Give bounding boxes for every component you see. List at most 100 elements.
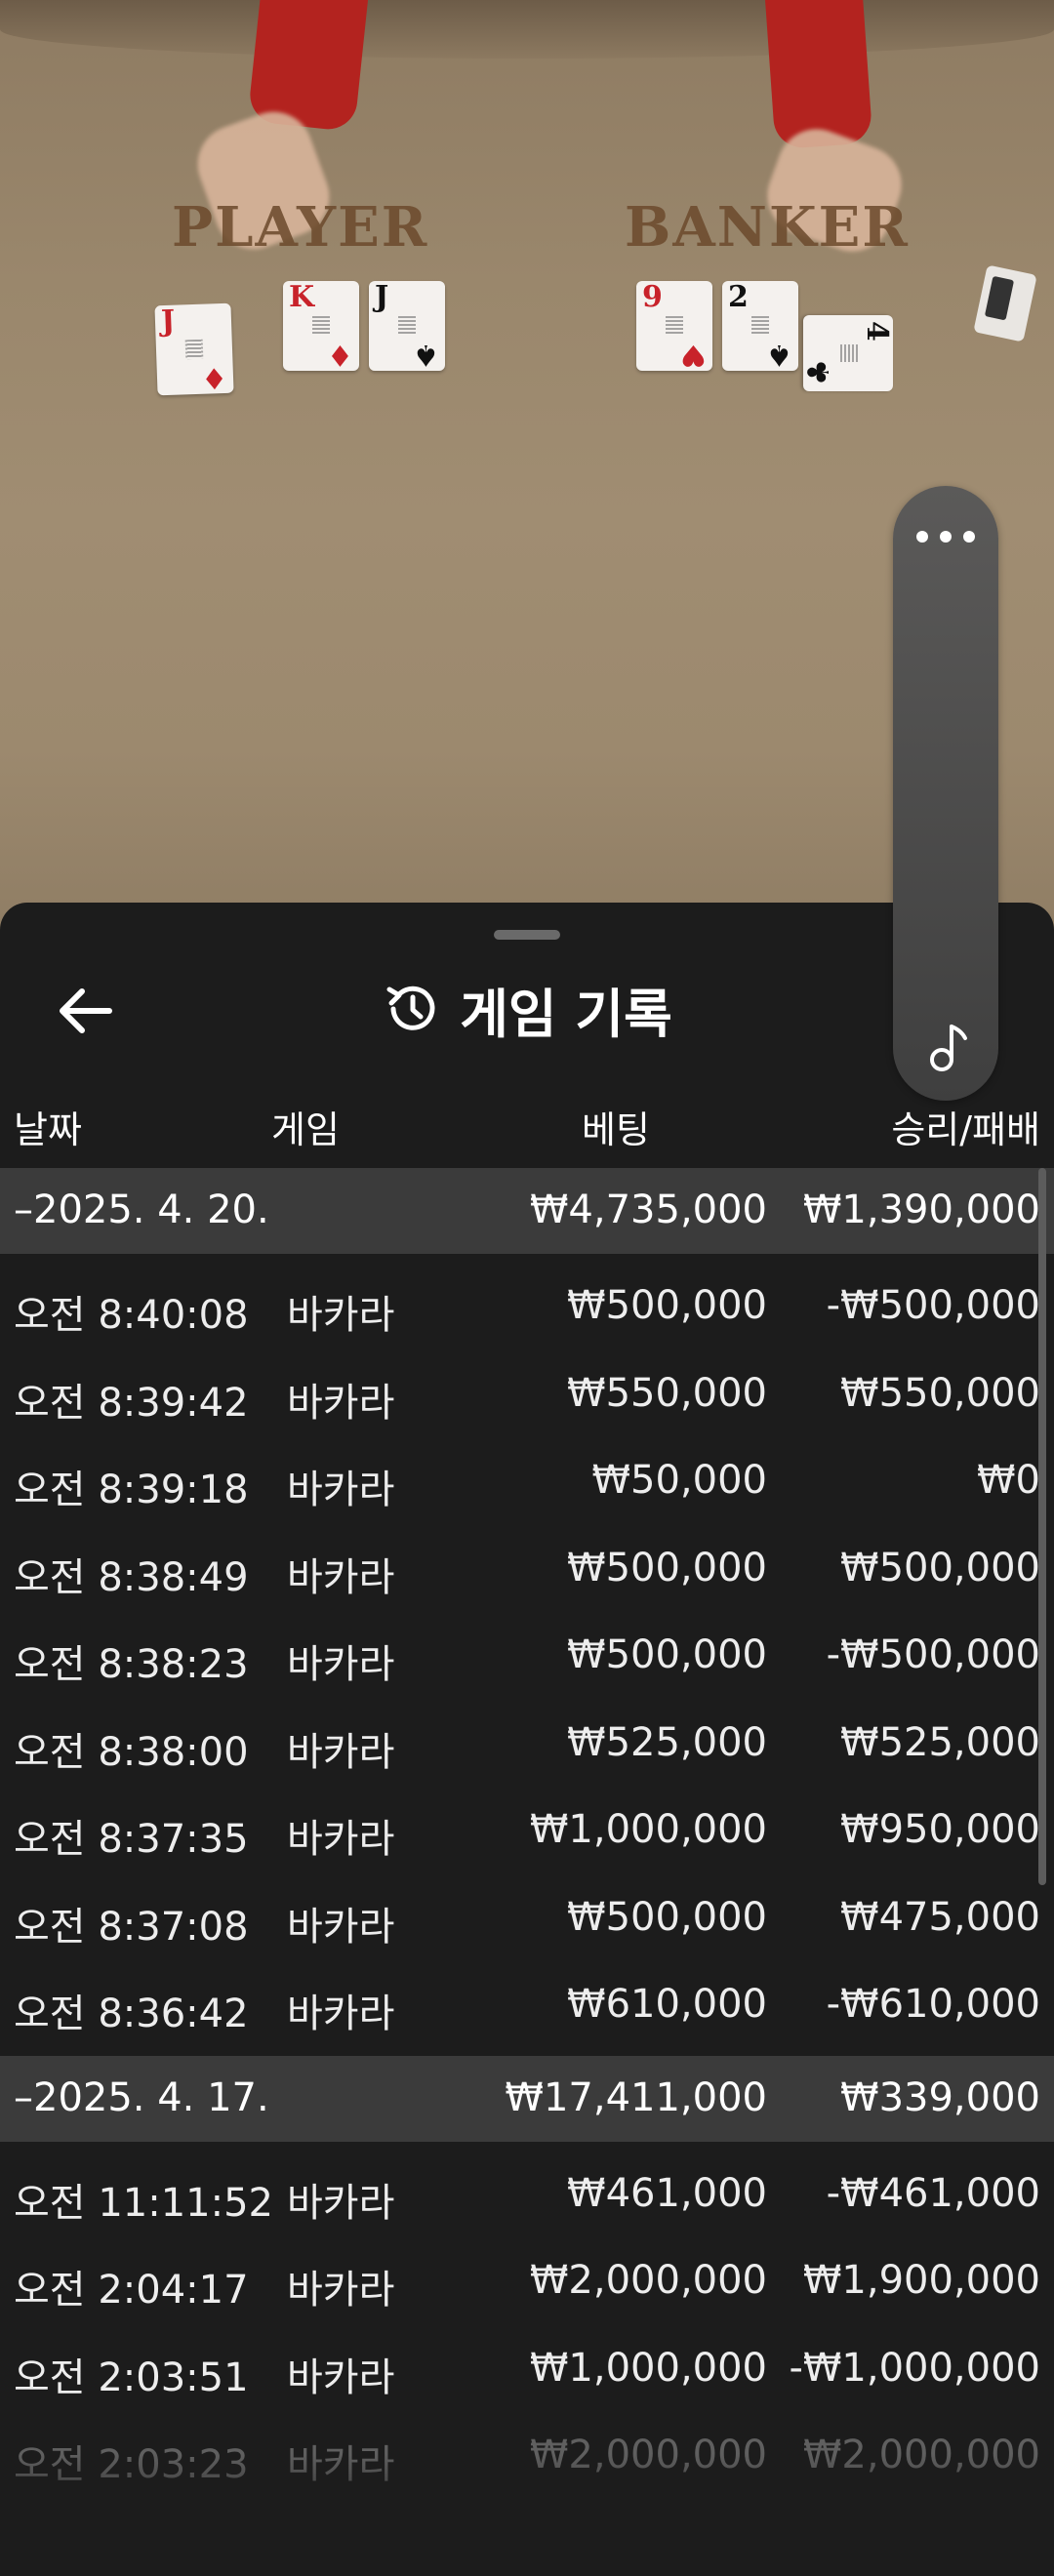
history-row[interactable]: 오전 8:36:42 바카라 ₩610,000 -₩610,000 — [0, 1960, 1054, 2048]
history-row[interactable]: 오전 8:40:08 바카라 ₩500,000 -₩500,000 — [0, 1262, 1054, 1349]
row-time: 오전 8:37:08 — [14, 1904, 249, 1950]
row-game: 바카라 — [287, 2180, 395, 2226]
history-row[interactable]: 오전 11:11:52 바카라 ₩461,000 -₩461,000 — [0, 2150, 1054, 2237]
card-barcode — [312, 316, 330, 336]
player-card-1: J ♦ — [154, 302, 234, 396]
sheet-grabber[interactable] — [494, 930, 560, 940]
card-barcode — [751, 316, 769, 336]
row-bet: ₩500,000 — [567, 1632, 767, 1677]
music-note-icon[interactable] — [926, 1023, 969, 1073]
row-time: 오전 11:11:52 — [14, 2180, 273, 2226]
row-time: 오전 2:03:51 — [14, 2355, 249, 2400]
more-horizontal-icon[interactable] — [916, 525, 975, 548]
history-row[interactable]: 오전 8:37:08 바카라 ₩500,000 ₩475,000 — [0, 1873, 1054, 1961]
group-total-result: ₩1,390,000 — [802, 1187, 1040, 1232]
row-game: 바카라 — [287, 1729, 395, 1775]
card-rank: 4 — [860, 321, 894, 342]
row-result: -₩500,000 — [826, 1632, 1040, 1677]
column-header-result: 승리/패배 — [891, 1108, 1040, 1151]
row-game: 바카라 — [287, 1817, 395, 1862]
row-result: ₩500,000 — [840, 1545, 1040, 1590]
card-rank: K — [289, 280, 315, 314]
history-icon — [386, 986, 435, 1030]
group-date: –2025. 4. 17. — [14, 2074, 269, 2120]
row-game: 바카라 — [287, 1554, 395, 1600]
row-game: 바카라 — [287, 2268, 395, 2313]
card-suit: ♦ — [327, 338, 353, 372]
group-total-bet: ₩4,735,000 — [529, 1187, 767, 1232]
player-card-2: K ♦ — [283, 280, 359, 372]
card-rank: J — [160, 303, 176, 340]
group-total-result: ₩339,000 — [840, 2074, 1040, 2120]
row-time: 오전 2:04:17 — [14, 2268, 249, 2313]
row-bet: ₩50,000 — [591, 1458, 767, 1503]
scrollbar[interactable] — [1038, 1168, 1046, 1885]
history-row[interactable]: 오전 8:37:35 바카라 ₩1,000,000 ₩950,000 — [0, 1786, 1054, 1873]
card-suit: ♠ — [766, 338, 792, 372]
card-rank: J — [375, 280, 389, 314]
card-suit: ♦ — [200, 359, 228, 395]
row-bet: ₩550,000 — [567, 1370, 767, 1416]
history-row[interactable]: 오전 8:38:49 바카라 ₩500,000 ₩500,000 — [0, 1524, 1054, 1612]
banker-card-3: 4 ♣ — [802, 315, 894, 391]
card-suit: ♠ — [413, 338, 439, 372]
game-history-sheet: 게임 기록 날짜 게임 베팅 승리/패배 –2025. 4. 20. ₩4,73… — [0, 903, 1054, 2576]
history-row[interactable]: 오전 2:04:17 바카라 ₩2,000,000 ₩1,900,000 — [0, 2236, 1054, 2324]
card-barcode — [184, 339, 204, 360]
row-time: 오전 8:38:23 — [14, 1642, 249, 1687]
banker-label: BANKER — [625, 195, 910, 260]
banker-card-1: 9 ♥ — [636, 280, 712, 372]
row-time: 오전 8:37:35 — [14, 1817, 249, 1862]
group-date: –2025. 4. 20. — [14, 1187, 269, 1232]
row-time: 오전 8:40:08 — [14, 1293, 249, 1338]
row-time: 오전 8:38:49 — [14, 1554, 249, 1600]
history-list[interactable]: –2025. 4. 20. ₩4,735,000 ₩1,390,000 오전 8… — [0, 1168, 1054, 2499]
card-barcode — [398, 316, 416, 336]
row-result: -₩461,000 — [826, 2170, 1040, 2216]
date-group-header[interactable]: –2025. 4. 17. ₩17,411,000 ₩339,000 — [0, 2055, 1054, 2142]
card-rank: 2 — [728, 280, 749, 314]
row-result: -₩500,000 — [826, 1283, 1040, 1328]
card-rank: 9 — [642, 280, 663, 314]
history-row[interactable]: 오전 8:38:00 바카라 ₩525,000 ₩525,000 — [0, 1699, 1054, 1787]
card-suit: ♥ — [680, 338, 707, 372]
row-bet: ₩1,000,000 — [529, 1807, 767, 1852]
card-barcode — [838, 344, 858, 362]
history-row[interactable]: 오전 8:39:18 바카라 ₩50,000 ₩0 — [0, 1436, 1054, 1524]
player-label: PLAYER — [172, 195, 429, 260]
date-group-header[interactable]: –2025. 4. 20. ₩4,735,000 ₩1,390,000 — [0, 1168, 1054, 1254]
row-result: ₩550,000 — [840, 1370, 1040, 1416]
row-bet: ₩1,000,000 — [529, 2345, 767, 2391]
row-game: 바카라 — [287, 1904, 395, 1950]
row-game: 바카라 — [287, 2355, 395, 2400]
row-bet: ₩500,000 — [567, 1283, 767, 1328]
side-control-bar[interactable] — [893, 486, 998, 1101]
row-bet: ₩525,000 — [567, 1719, 767, 1765]
row-bet: ₩461,000 — [567, 2170, 767, 2216]
row-bet: ₩500,000 — [567, 1894, 767, 1940]
row-game: 바카라 — [287, 1468, 395, 1512]
row-result: -₩1,000,000 — [789, 2345, 1040, 2391]
row-time: 오전 8:39:42 — [14, 1380, 249, 1426]
column-header-bet: 베팅 — [582, 1108, 650, 1151]
banker-card-2: 2 ♠ — [722, 280, 798, 372]
card-suit: ♣ — [802, 359, 836, 385]
row-result: ₩475,000 — [840, 1894, 1040, 1940]
column-header-game: 게임 — [271, 1108, 340, 1151]
column-header-date: 날짜 — [14, 1108, 82, 1151]
history-row[interactable]: 오전 8:38:23 바카라 ₩500,000 -₩500,000 — [0, 1611, 1054, 1699]
card-shoe — [973, 264, 1037, 342]
row-time: 오전 8:36:42 — [14, 1992, 249, 2036]
card-barcode — [666, 316, 683, 336]
row-bet: ₩2,000,000 — [529, 2258, 767, 2303]
row-game: 바카라 — [287, 1380, 395, 1426]
row-game: 바카라 — [287, 1642, 395, 1687]
list-bottom-fade — [0, 2454, 1054, 2576]
history-row[interactable]: 오전 8:39:42 바카라 ₩550,000 ₩550,000 — [0, 1349, 1054, 1437]
table-edge — [0, 0, 1054, 59]
table-header: 날짜 게임 베팅 승리/패배 — [0, 1100, 1054, 1151]
history-row[interactable]: 오전 2:03:51 바카라 ₩1,000,000 -₩1,000,000 — [0, 2324, 1054, 2412]
row-result: ₩1,900,000 — [802, 2258, 1040, 2303]
row-time: 오전 8:39:18 — [14, 1468, 249, 1512]
row-result: ₩0 — [977, 1458, 1040, 1503]
